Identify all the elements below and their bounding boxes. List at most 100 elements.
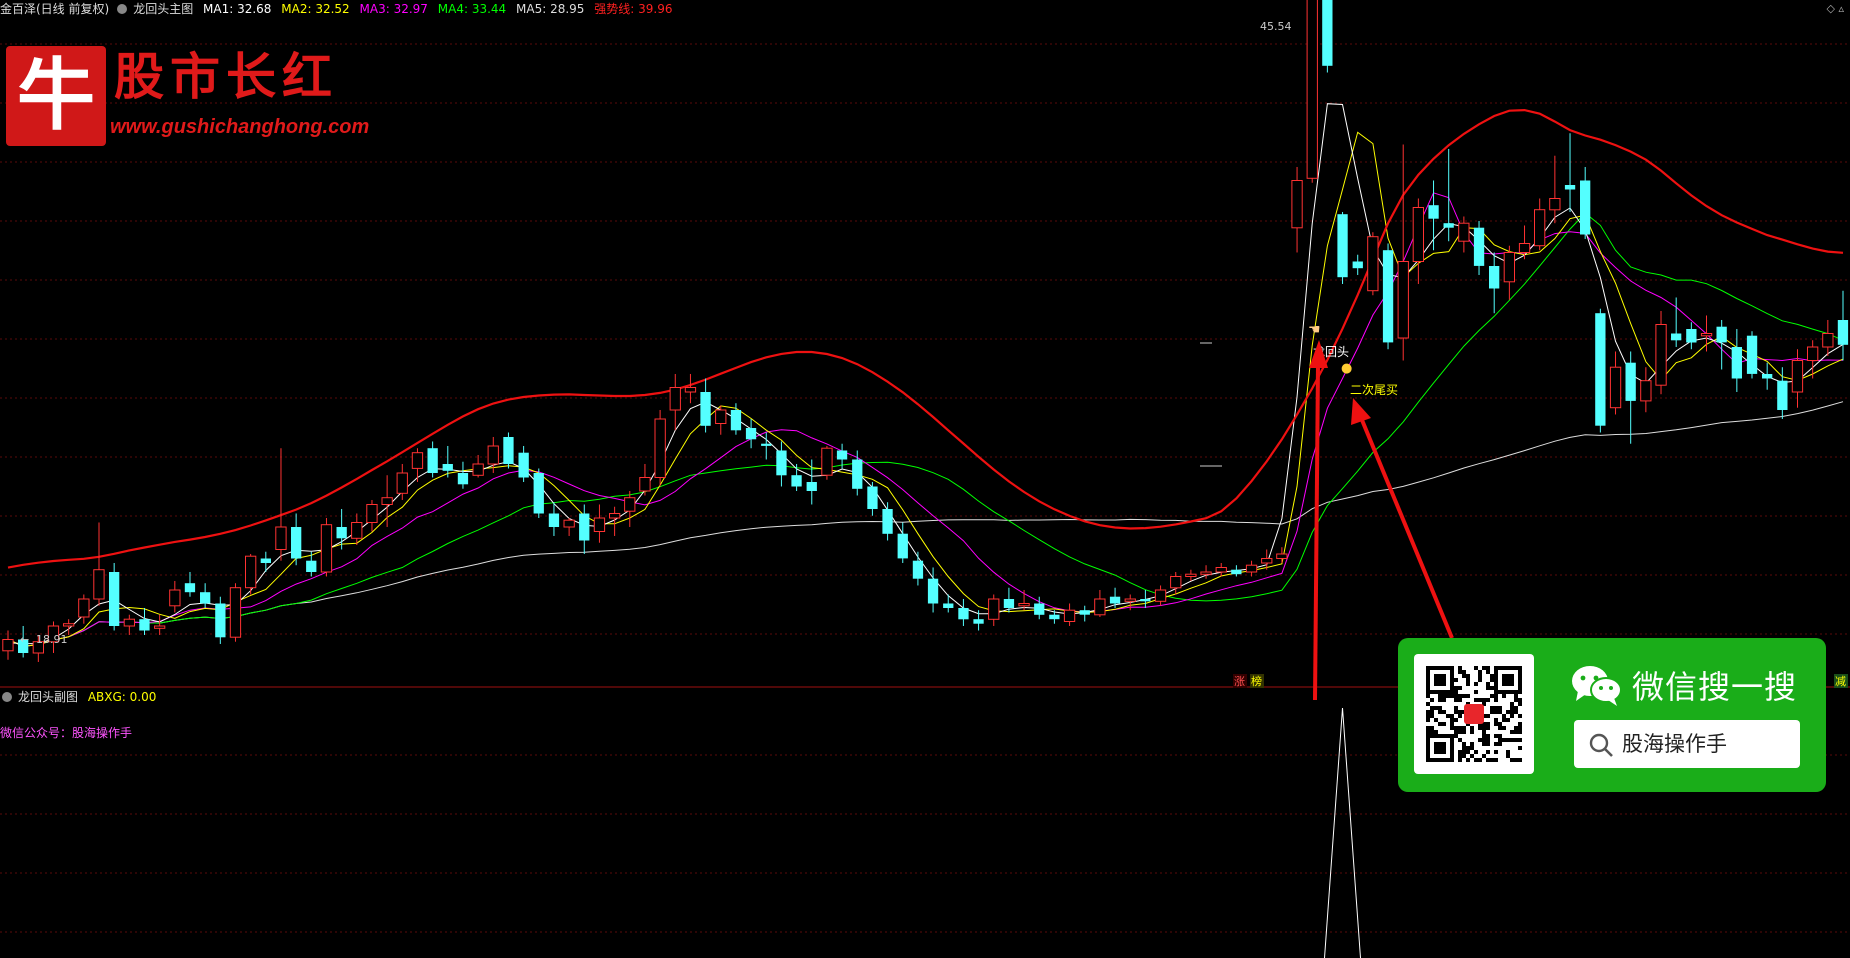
qr-module [1486, 734, 1490, 738]
qr-module [1454, 726, 1458, 730]
candle-body-up [275, 526, 287, 550]
qr-module [1454, 686, 1458, 690]
qr-module [1462, 750, 1466, 754]
arrow-second-buy-tip [1351, 398, 1371, 425]
qr-module [1474, 750, 1478, 754]
qr-module [1498, 742, 1502, 746]
candle-body-down [215, 603, 226, 638]
signal-spike [1324, 707, 1361, 958]
qr-module [1438, 722, 1442, 726]
qr-module [1482, 698, 1486, 702]
qr-module [1514, 738, 1518, 742]
qr-module [1510, 730, 1514, 734]
main-chart-header: 金百泽(日线 前复权) 龙回头主图 MA1: 32.68 MA2: 32.52 M… [0, 0, 679, 18]
grid-lines [0, 43, 1850, 933]
sub-chart-settings-icon[interactable] [2, 692, 12, 702]
candle-body-up [1791, 360, 1804, 393]
candle-body-up [1124, 598, 1136, 602]
candle-body-up [639, 477, 651, 492]
qr-module [1462, 726, 1466, 730]
candle-body-up [1245, 564, 1258, 573]
candle-body-up [593, 517, 606, 532]
qr-module [1482, 738, 1486, 742]
candle-body-down [1109, 596, 1121, 604]
candle-body-down [852, 459, 863, 489]
qr-module [1466, 674, 1470, 678]
qr-module [1490, 694, 1494, 698]
qr-module [1434, 718, 1438, 722]
qr-module [1494, 758, 1498, 762]
logo-title: 股市长红 [114, 47, 338, 106]
qr-module [1486, 670, 1490, 674]
qr-module [1458, 738, 1462, 742]
candle-body-up [1200, 571, 1212, 575]
qr-module [1490, 678, 1494, 682]
candle-body-down [336, 527, 347, 539]
qr-module [1470, 726, 1474, 730]
candle-body-down [1716, 326, 1727, 343]
qr-module [1490, 674, 1494, 678]
qr-finder-core [1434, 674, 1446, 686]
qr-module [1426, 730, 1430, 734]
wechat-search-ad[interactable]: 微信搜一搜 股海操作手 [1398, 638, 1826, 792]
candle-body-down [442, 464, 453, 471]
bull-logo-icon: 牛 [6, 46, 106, 146]
candle-body-up [1518, 243, 1531, 253]
qr-module [1478, 698, 1482, 702]
qr-module [1462, 730, 1466, 734]
qr-module [1438, 694, 1442, 698]
qr-module [1458, 714, 1462, 718]
qr-module [1426, 710, 1430, 714]
qr-module [1486, 682, 1490, 686]
qr-module [1430, 698, 1434, 702]
candle-body-down [1746, 335, 1758, 374]
candle-body-down [1564, 185, 1576, 190]
candle-body-up [396, 472, 408, 494]
qr-module [1462, 670, 1466, 674]
candle-body-up [1063, 609, 1076, 623]
candle-body-down [260, 558, 271, 563]
candle-body-up [1609, 366, 1622, 409]
candle-body-down [776, 450, 787, 476]
candle-body-up [1397, 261, 1409, 339]
candle-body-down [1443, 223, 1454, 228]
up-arrow-icon[interactable]: ▵ [1838, 2, 1844, 15]
candle-body-down [1671, 333, 1682, 341]
ad-search-box[interactable]: 股海操作手 [1574, 720, 1800, 768]
low-arrow: ← [20, 633, 29, 646]
qr-module [1454, 694, 1458, 698]
qr-module [1454, 706, 1458, 710]
qr-module [1486, 726, 1490, 730]
qr-module [1486, 750, 1490, 754]
qr-module [1514, 698, 1518, 702]
qr-module [1482, 730, 1486, 734]
candle-body-up [381, 497, 393, 506]
qr-module [1494, 698, 1498, 702]
qr-module [1426, 714, 1430, 718]
diamond-icon[interactable]: ◇ [1827, 2, 1835, 15]
candle-body-down [1777, 380, 1788, 410]
qr-module [1494, 734, 1498, 738]
qr-module [1514, 694, 1518, 698]
candle-body-down [1428, 205, 1439, 219]
main-chart-settings-icon[interactable] [117, 4, 128, 14]
candle-body-down [533, 473, 544, 514]
qr-module [1490, 758, 1494, 762]
candle-body-down [700, 392, 711, 426]
qr-module [1506, 710, 1510, 714]
qr-module [1502, 714, 1506, 718]
price-high-label: 45.54 [1260, 20, 1292, 33]
qr-module [1474, 698, 1478, 702]
qr-module [1450, 726, 1454, 730]
candle-body-up [654, 418, 666, 478]
candle-body-up [669, 387, 681, 411]
candle-body-down [1003, 599, 1015, 608]
qr-module [1486, 666, 1490, 670]
candle-body-up [1154, 589, 1167, 602]
qr-module [1482, 734, 1486, 738]
qr-module [1510, 702, 1514, 706]
qr-module [1486, 742, 1490, 746]
candle-body-up [1655, 324, 1667, 386]
candle-body-up [366, 504, 378, 523]
stock-name: 金百泽(日线 前复权) [0, 2, 110, 16]
